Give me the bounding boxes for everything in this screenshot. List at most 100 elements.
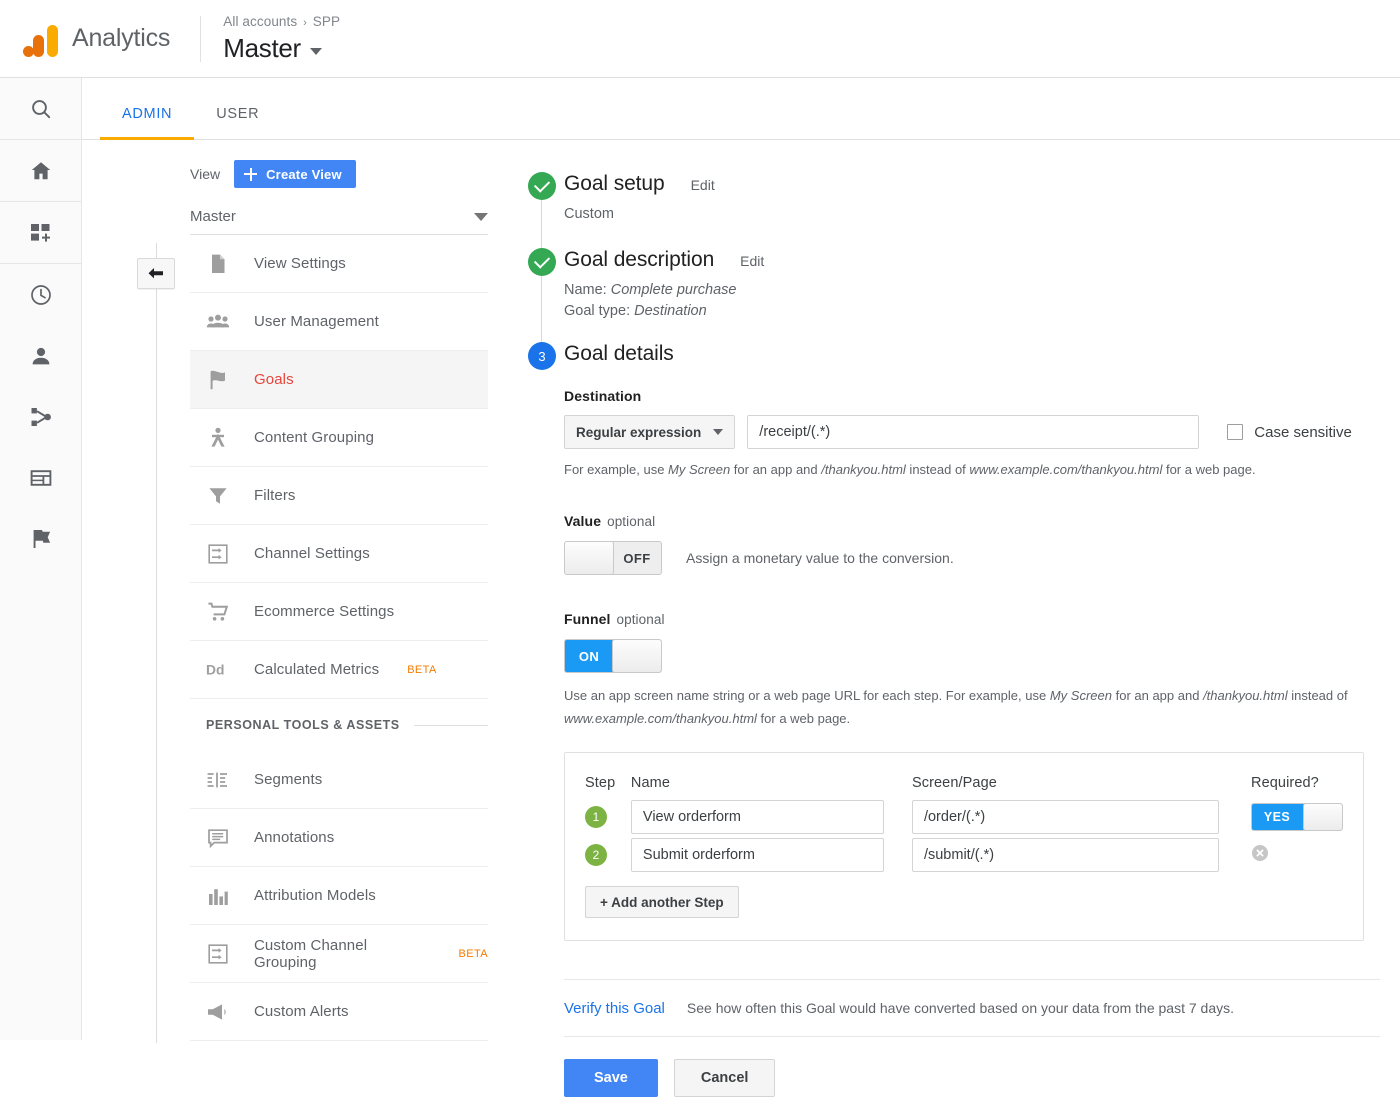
cancel-button[interactable]: Cancel <box>673 1059 776 1097</box>
case-sensitive-checkbox[interactable] <box>1227 424 1244 440</box>
breadcrumb-account[interactable]: SPP <box>313 14 340 29</box>
view-dropdown[interactable]: Master <box>190 208 488 235</box>
view-dropdown-value: Master <box>190 208 236 225</box>
sidebar-item-filters[interactable]: Filters <box>190 467 488 525</box>
funnel-step-screen-input[interactable] <box>911 838 1219 872</box>
step-complete-check-icon <box>528 172 556 200</box>
property-name: Master <box>223 33 301 63</box>
logo-container <box>0 19 82 59</box>
save-button[interactable]: Save <box>564 1059 658 1097</box>
funnel-step-name-input[interactable] <box>630 838 884 872</box>
collapse-left-arrow-icon[interactable] <box>137 258 175 289</box>
goal-description-details: Name: Complete purchase Goal type: Desti… <box>564 280 1380 322</box>
sidebar-item-label: Custom Alerts <box>254 1003 349 1020</box>
value-toggle-state: OFF <box>623 550 651 566</box>
action-buttons-row: Save Cancel <box>564 1059 1380 1097</box>
goal-description-edit-link[interactable]: Edit <box>740 253 764 269</box>
search-icon[interactable] <box>0 78 81 139</box>
hint-emph: www.example.com/thankyou.html <box>564 711 757 726</box>
step-complete-check-icon <box>528 248 556 276</box>
svg-text:Dd: Dd <box>206 661 224 677</box>
destination-pattern-input[interactable] <box>747 415 1200 449</box>
funnel-step-screen-input[interactable] <box>911 800 1219 834</box>
value-toggle[interactable]: OFF <box>564 541 662 575</box>
funnel-optional-tag: optional <box>616 612 665 627</box>
case-sensitive-label: Case sensitive <box>1254 423 1352 441</box>
behavior-window-icon[interactable] <box>0 447 81 508</box>
sidebar-item-calculated-metrics[interactable]: Dd Calculated Metrics BETA <box>190 641 488 699</box>
personal-tools-section-header: PERSONAL TOOLS & ASSETS <box>190 699 488 751</box>
shopping-cart-icon <box>206 600 230 624</box>
sidebar-item-segments[interactable]: Segments <box>190 751 488 809</box>
funnel-label: Funnel <box>564 611 611 627</box>
admin-user-tabs: ADMIN USER <box>82 78 1400 140</box>
chevron-down-icon[interactable] <box>309 48 322 55</box>
top-bar: Analytics All accounts › SPP Master <box>0 0 1400 78</box>
goal-name-label: Name: <box>564 282 607 298</box>
col-name: Name <box>630 775 671 791</box>
col-required: Required? <box>1251 775 1319 791</box>
audience-person-icon[interactable] <box>0 325 81 386</box>
channel-settings-icon <box>206 542 230 566</box>
verify-goal-row: Verify this Goal See how often this Goal… <box>564 980 1380 1036</box>
goal-type-label: Goal type: <box>564 303 631 319</box>
hint-part: instead of <box>905 462 970 477</box>
content-grouping-icon <box>206 426 230 450</box>
account-selector[interactable]: All accounts › SPP Master <box>223 13 340 64</box>
acquisition-share-icon[interactable] <box>0 386 81 447</box>
hint-part: for a web page. <box>1162 462 1256 477</box>
sidebar-item-label: Calculated Metrics <box>254 661 380 678</box>
verify-this-goal-link[interactable]: Verify this Goal <box>564 1000 665 1017</box>
goal-details-body: Destination Regular expression Case sens… <box>564 388 1380 1097</box>
sidebar-item-content-grouping[interactable]: Content Grouping <box>190 409 488 467</box>
step-number-badge: 1 <box>585 806 607 828</box>
hint-emph: My Screen <box>1049 688 1112 703</box>
hint-emph: My Screen <box>668 462 731 477</box>
property-row[interactable]: Master <box>223 33 340 64</box>
divider <box>564 1036 1380 1037</box>
create-view-button[interactable]: Create View <box>234 160 356 188</box>
funnel-step-required-toggle[interactable]: YES <box>1251 803 1343 831</box>
customization-icon[interactable] <box>0 202 81 263</box>
match-type-select[interactable]: Regular expression <box>564 415 736 449</box>
remove-step-icon[interactable] <box>1251 844 1269 866</box>
tab-user[interactable]: USER <box>194 106 281 139</box>
sidebar-item-attribution-models[interactable]: Attribution Models <box>190 867 488 925</box>
sidebar-item-ecommerce-settings[interactable]: Ecommerce Settings <box>190 583 488 641</box>
breadcrumb-separator-icon: › <box>303 17 307 29</box>
sidebar-item-custom-channel-grouping[interactable]: Custom Channel Grouping BETA <box>190 925 488 983</box>
sidebar-item-custom-alerts[interactable]: Custom Alerts <box>190 983 488 1041</box>
case-sensitive-group[interactable]: Case sensitive <box>1227 424 1352 441</box>
section-title: PERSONAL TOOLS & ASSETS <box>206 718 400 732</box>
sidebar-item-label: Ecommerce Settings <box>254 603 395 620</box>
breadcrumb-accounts[interactable]: All accounts <box>223 14 297 29</box>
hint-part: For example, use <box>564 462 669 477</box>
funnel-hint: Use an app screen name string or a web p… <box>564 684 1364 730</box>
add-another-step-button[interactable]: + Add another Step <box>585 886 739 918</box>
realtime-clock-icon[interactable] <box>0 264 81 325</box>
funnel-toggle[interactable]: ON <box>564 639 662 673</box>
goal-details-section: 3 Goal details <box>520 342 1380 370</box>
beta-badge: BETA <box>407 663 437 676</box>
conversions-flag-icon[interactable] <box>0 508 81 569</box>
sidebar-item-label: Segments <box>254 771 323 788</box>
tab-admin[interactable]: ADMIN <box>100 106 195 140</box>
sidebar-item-label: Channel Settings <box>254 545 370 562</box>
goal-setup-edit-link[interactable]: Edit <box>691 177 715 193</box>
admin-nav-column: View Create View Master View Settings Us… <box>190 160 488 1041</box>
sidebar-item-user-management[interactable]: User Management <box>190 293 488 351</box>
destination-label: Destination <box>564 388 642 404</box>
sidebar-item-goals[interactable]: Goals <box>190 351 488 409</box>
collapse-guide-line <box>156 243 157 1043</box>
sidebar-item-channel-settings[interactable]: Channel Settings <box>190 525 488 583</box>
table-row: 2 <box>585 838 1343 872</box>
sidebar-item-view-settings[interactable]: View Settings <box>190 235 488 293</box>
home-icon[interactable] <box>0 140 81 201</box>
destination-hint: For example, use My Screen for an app an… <box>564 460 1380 479</box>
hint-part: for an app and <box>730 462 822 477</box>
section-rule <box>413 724 488 726</box>
sidebar-item-annotations[interactable]: Annotations <box>190 809 488 867</box>
funnel-step-name-input[interactable] <box>630 800 884 834</box>
megaphone-icon <box>206 1000 230 1024</box>
goal-setup-value: Custom <box>564 206 614 222</box>
